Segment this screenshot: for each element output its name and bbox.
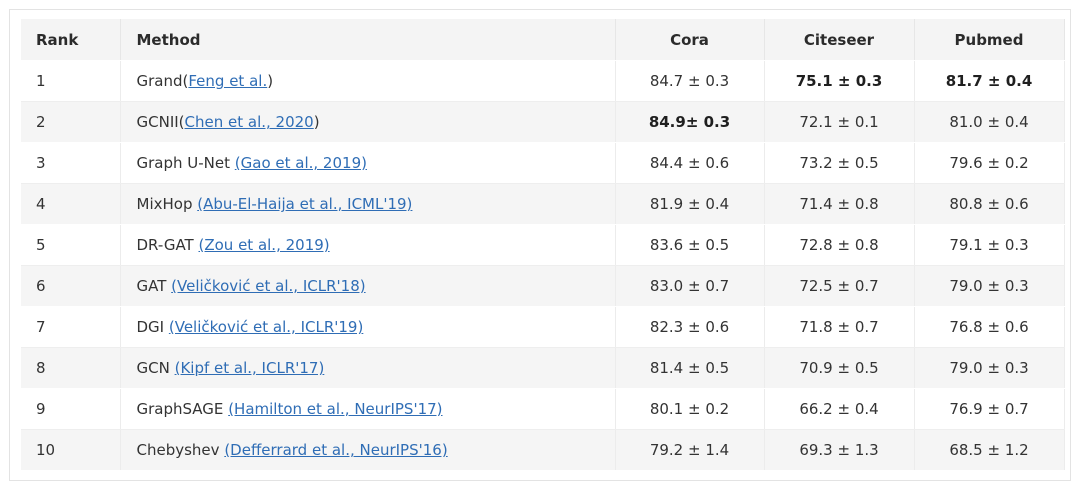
cora-score: 83.0 ± 0.7 <box>615 265 765 307</box>
table-row: 8 GCN (Kipf et al., ICLR'17) 81.4 ± 0.5 70.… <box>21 347 1065 389</box>
method-cell: GCNII(Chen et al., 2020) <box>120 101 616 143</box>
method-name: GCNII( <box>136 113 185 131</box>
method-name: DR-GAT <box>136 236 199 254</box>
rank-cell: 2 <box>21 101 121 143</box>
cora-score: 83.6 ± 0.5 <box>615 224 765 266</box>
citation-link[interactable]: Feng et al. <box>188 72 267 90</box>
header-pubmed: Pubmed <box>914 19 1065 61</box>
method-cell: GraphSAGE (Hamilton et al., NeurIPS'17) <box>120 388 616 430</box>
pubmed-score: 68.5 ± 1.2 <box>914 429 1065 471</box>
method-suffix: ) <box>313 113 320 131</box>
citation-link[interactable]: (Veličković et al., ICLR'19) <box>169 318 363 336</box>
method-cell: DGI (Veličković et al., ICLR'19) <box>120 306 616 348</box>
method-cell: GCN (Kipf et al., ICLR'17) <box>120 347 616 389</box>
rank-cell: 9 <box>21 388 121 430</box>
method-name: GAT <box>136 277 172 295</box>
citation-link[interactable]: (Gao et al., 2019) <box>235 154 367 172</box>
citeseer-score: 66.2 ± 0.4 <box>764 388 915 430</box>
rank-cell: 7 <box>21 306 121 348</box>
table-row: 3 Graph U-Net (Gao et al., 2019) 84.4 ± 0.… <box>21 142 1065 184</box>
table-row: 9 GraphSAGE (Hamilton et al., NeurIPS'17)… <box>21 388 1065 430</box>
pubmed-score: 81.0 ± 0.4 <box>914 101 1065 143</box>
table-row: 1 Grand(Feng et al.) 84.7 ± 0.3 75.1 ± 0.3 8… <box>21 60 1065 102</box>
method-cell: MixHop (Abu-El-Haija et al., ICML'19) <box>120 183 616 225</box>
cora-score: 80.1 ± 0.2 <box>615 388 765 430</box>
cora-score: 79.2 ± 1.4 <box>615 429 765 471</box>
method-cell: Chebyshev (Defferrard et al., NeurIPS'16… <box>120 429 616 471</box>
pubmed-score: 76.8 ± 0.6 <box>914 306 1065 348</box>
table-row: 10 Chebyshev (Defferrard et al., NeurIPS'… <box>21 429 1065 471</box>
method-name: DGI <box>136 318 169 336</box>
citation-link[interactable]: (Abu-El-Haija et al., ICML'19) <box>197 195 412 213</box>
cora-score: 84.4 ± 0.6 <box>615 142 765 184</box>
cora-score: 81.4 ± 0.5 <box>615 347 765 389</box>
citation-link[interactable]: (Kipf et al., ICLR'17) <box>175 359 325 377</box>
method-name: Grand( <box>136 72 189 90</box>
table-row: 6 GAT (Veličković et al., ICLR'18) 83.0 ± … <box>21 265 1065 307</box>
table-row: 2 GCNII(Chen et al., 2020) 84.9± 0.3 72.1 ±… <box>21 101 1065 143</box>
table-row: 4 MixHop (Abu-El-Haija et al., ICML'19) 81… <box>21 183 1065 225</box>
method-cell: Graph U-Net (Gao et al., 2019) <box>120 142 616 184</box>
citeseer-score: 72.5 ± 0.7 <box>764 265 915 307</box>
method-cell: DR-GAT (Zou et al., 2019) <box>120 224 616 266</box>
citeseer-score: 69.3 ± 1.3 <box>764 429 915 471</box>
cora-score: 84.9± 0.3 <box>615 101 765 143</box>
citation-link[interactable]: (Veličković et al., ICLR'18) <box>171 277 365 295</box>
pubmed-score: 76.9 ± 0.7 <box>914 388 1065 430</box>
pubmed-score: 79.1 ± 0.3 <box>914 224 1065 266</box>
pubmed-score: 81.7 ± 0.4 <box>914 60 1065 102</box>
header-cora: Cora <box>615 19 765 61</box>
table-row: 5 DR-GAT (Zou et al., 2019) 83.6 ± 0.5 72.8… <box>21 224 1065 266</box>
method-cell: GAT (Veličković et al., ICLR'18) <box>120 265 616 307</box>
citation-link[interactable]: (Zou et al., 2019) <box>198 236 329 254</box>
header-method: Method <box>120 19 616 61</box>
citeseer-score: 70.9 ± 0.5 <box>764 347 915 389</box>
method-cell: Grand(Feng et al.) <box>120 60 616 102</box>
citeseer-score: 75.1 ± 0.3 <box>764 60 915 102</box>
method-name: Graph U-Net <box>136 154 235 172</box>
citation-link[interactable]: Chen et al., 2020 <box>185 113 314 131</box>
rank-cell: 6 <box>21 265 121 307</box>
method-name: Chebyshev <box>136 441 225 459</box>
rank-cell: 5 <box>21 224 121 266</box>
pubmed-score: 79.0 ± 0.3 <box>914 265 1065 307</box>
citeseer-score: 72.8 ± 0.8 <box>764 224 915 266</box>
method-name: GCN <box>136 359 175 377</box>
cora-score: 81.9 ± 0.4 <box>615 183 765 225</box>
table-header-row: Rank Method Cora Citeseer Pubmed <box>21 19 1065 61</box>
pubmed-score: 79.0 ± 0.3 <box>914 347 1065 389</box>
citeseer-score: 71.8 ± 0.7 <box>764 306 915 348</box>
table-row: 7 DGI (Veličković et al., ICLR'19) 82.3 ± … <box>21 306 1065 348</box>
pubmed-score: 79.6 ± 0.2 <box>914 142 1065 184</box>
table-body: 1 Grand(Feng et al.) 84.7 ± 0.3 75.1 ± 0.3 8… <box>21 60 1065 471</box>
citation-link[interactable]: (Defferrard et al., NeurIPS'16) <box>224 441 447 459</box>
rank-cell: 8 <box>21 347 121 389</box>
header-citeseer: Citeseer <box>764 19 915 61</box>
citation-link[interactable]: (Hamilton et al., NeurIPS'17) <box>228 400 442 418</box>
rank-cell: 3 <box>21 142 121 184</box>
citeseer-score: 73.2 ± 0.5 <box>764 142 915 184</box>
citeseer-score: 72.1 ± 0.1 <box>764 101 915 143</box>
method-name: GraphSAGE <box>136 400 229 418</box>
results-table: Rank Method Cora Citeseer Pubmed 1 Grand(… <box>21 19 1065 471</box>
header-rank: Rank <box>21 19 121 61</box>
method-name: MixHop <box>136 195 198 213</box>
cora-score: 84.7 ± 0.3 <box>615 60 765 102</box>
rank-cell: 10 <box>21 429 121 471</box>
rank-cell: 1 <box>21 60 121 102</box>
citeseer-score: 71.4 ± 0.8 <box>764 183 915 225</box>
cora-score: 82.3 ± 0.6 <box>615 306 765 348</box>
pubmed-score: 80.8 ± 0.6 <box>914 183 1065 225</box>
rank-cell: 4 <box>21 183 121 225</box>
method-suffix: ) <box>267 72 274 90</box>
